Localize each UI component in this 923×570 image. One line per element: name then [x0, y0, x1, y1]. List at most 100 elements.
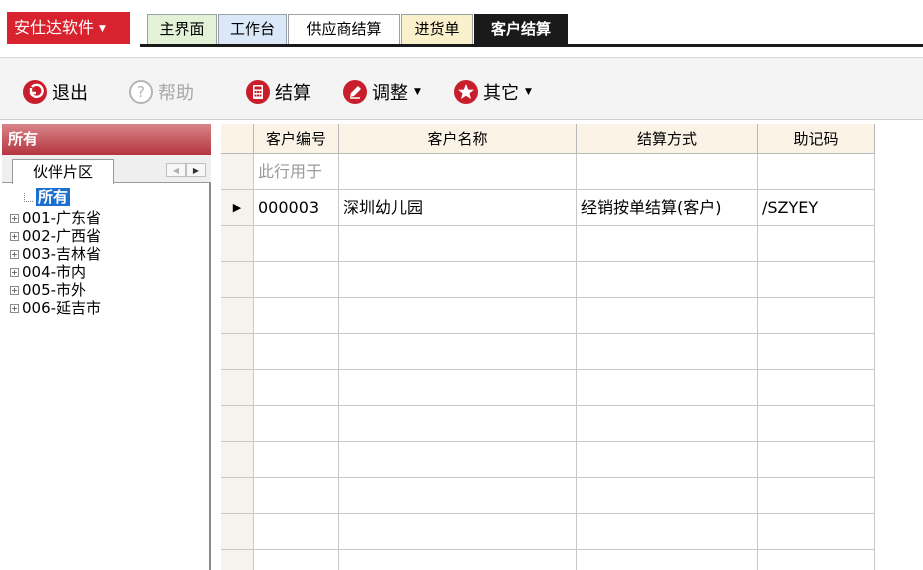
- empty-cell[interactable]: [577, 514, 758, 550]
- empty-cell[interactable]: [758, 298, 875, 334]
- chevron-right-icon[interactable]: ▶: [186, 163, 206, 177]
- cell-customer-name[interactable]: 深圳幼儿园: [339, 190, 577, 226]
- empty-cell[interactable]: [254, 514, 339, 550]
- empty-cell[interactable]: [254, 262, 339, 298]
- empty-cell[interactable]: [254, 226, 339, 262]
- empty-cell[interactable]: [758, 478, 875, 514]
- cell-customer-code[interactable]: 000003: [254, 190, 339, 226]
- empty-cell[interactable]: [577, 442, 758, 478]
- tree-item[interactable]: + 001-广东省: [10, 209, 101, 227]
- empty-cell[interactable]: [254, 406, 339, 442]
- empty-cell[interactable]: [577, 478, 758, 514]
- tab-supplier-settlement[interactable]: 供应商结算: [288, 14, 400, 44]
- empty-cell[interactable]: [577, 226, 758, 262]
- empty-cell[interactable]: [758, 514, 875, 550]
- empty-cell[interactable]: [758, 370, 875, 406]
- empty-cell[interactable]: [339, 262, 577, 298]
- empty-cell[interactable]: [758, 262, 875, 298]
- expand-icon[interactable]: +: [10, 303, 19, 313]
- filter-cell[interactable]: [758, 154, 875, 190]
- tab-customer-settlement[interactable]: 客户结算: [474, 14, 568, 47]
- filter-cell[interactable]: 此行用于: [254, 154, 339, 190]
- empty-row[interactable]: [221, 478, 923, 514]
- expand-icon[interactable]: +: [10, 249, 19, 259]
- empty-cell[interactable]: [254, 298, 339, 334]
- expand-icon[interactable]: +: [10, 285, 19, 295]
- empty-cell[interactable]: [339, 442, 577, 478]
- header-indicator: [221, 124, 254, 154]
- empty-cell[interactable]: [577, 370, 758, 406]
- empty-row[interactable]: [221, 406, 923, 442]
- empty-cell[interactable]: [339, 334, 577, 370]
- empty-row[interactable]: [221, 226, 923, 262]
- empty-row[interactable]: [221, 298, 923, 334]
- row-indicator: [221, 334, 254, 370]
- tab-workbench[interactable]: 工作台: [218, 14, 287, 44]
- tree-item[interactable]: + 004-市内: [10, 263, 86, 281]
- header-customer-code[interactable]: 客户编号: [254, 124, 339, 154]
- empty-cell[interactable]: [577, 406, 758, 442]
- tree-item[interactable]: + 005-市外: [10, 281, 86, 299]
- chevron-left-icon[interactable]: ◀: [166, 163, 186, 177]
- adjust-button[interactable]: 调整 ▼: [342, 78, 421, 106]
- empty-cell[interactable]: [577, 550, 758, 570]
- expand-icon[interactable]: +: [10, 213, 19, 223]
- empty-cell[interactable]: [339, 370, 577, 406]
- empty-cell[interactable]: [577, 262, 758, 298]
- empty-cell[interactable]: [254, 550, 339, 570]
- empty-cell[interactable]: [254, 478, 339, 514]
- row-indicator: [221, 154, 254, 190]
- cell-settlement-method[interactable]: 经销按单结算(客户): [577, 190, 758, 226]
- expand-icon[interactable]: +: [10, 231, 19, 241]
- empty-cell[interactable]: [758, 406, 875, 442]
- row-indicator: [221, 226, 254, 262]
- filter-cell[interactable]: [339, 154, 577, 190]
- chevron-down-icon[interactable]: ▼: [414, 87, 421, 97]
- header-settlement-method[interactable]: 结算方式: [577, 124, 758, 154]
- exit-button[interactable]: 退出: [22, 78, 88, 106]
- tree-item[interactable]: + 006-延吉市: [10, 299, 101, 317]
- settle-label: 结算: [275, 83, 311, 104]
- tab-purchase-order[interactable]: 进货单: [401, 14, 473, 44]
- empty-cell[interactable]: [339, 514, 577, 550]
- tab-partner-region[interactable]: 伙伴片区: [12, 159, 114, 184]
- empty-cell[interactable]: [339, 478, 577, 514]
- empty-cell[interactable]: [758, 334, 875, 370]
- empty-row[interactable]: [221, 262, 923, 298]
- empty-cell[interactable]: [254, 442, 339, 478]
- help-button[interactable]: ? 帮助: [128, 78, 194, 106]
- tree-item[interactable]: + 002-广西省: [10, 227, 101, 245]
- empty-cell[interactable]: [577, 334, 758, 370]
- empty-cell[interactable]: [254, 370, 339, 406]
- app-menu-button[interactable]: 安仕达软件 ▼: [7, 12, 130, 44]
- header-customer-name[interactable]: 客户名称: [339, 124, 577, 154]
- empty-cell[interactable]: [577, 298, 758, 334]
- empty-row[interactable]: [221, 370, 923, 406]
- header-mnemonic[interactable]: 助记码: [758, 124, 875, 154]
- empty-cell[interactable]: [339, 550, 577, 570]
- filter-cell[interactable]: [577, 154, 758, 190]
- empty-row[interactable]: [221, 514, 923, 550]
- empty-cell[interactable]: [758, 550, 875, 570]
- row-indicator: [221, 262, 254, 298]
- tab-main[interactable]: 主界面: [147, 14, 217, 44]
- empty-row[interactable]: [221, 442, 923, 478]
- table-row[interactable]: ▶ 000003 深圳幼儿园 经销按单结算(客户) /SZYEY: [221, 190, 923, 226]
- empty-row[interactable]: [221, 334, 923, 370]
- tree-root[interactable]: 所有: [24, 188, 71, 206]
- other-button[interactable]: 其它 ▼: [453, 78, 532, 106]
- tree-item[interactable]: + 003-吉林省: [10, 245, 101, 263]
- tree-item-label: 006-延吉市: [22, 299, 102, 317]
- empty-row[interactable]: [221, 550, 923, 570]
- empty-cell[interactable]: [254, 334, 339, 370]
- empty-cell[interactable]: [339, 406, 577, 442]
- empty-cell[interactable]: [758, 226, 875, 262]
- cell-mnemonic[interactable]: /SZYEY: [758, 190, 875, 226]
- expand-icon[interactable]: +: [10, 267, 19, 277]
- chevron-down-icon[interactable]: ▼: [525, 87, 532, 97]
- empty-cell[interactable]: [758, 442, 875, 478]
- empty-cell[interactable]: [339, 226, 577, 262]
- empty-cell[interactable]: [339, 298, 577, 334]
- settle-button[interactable]: 结算: [245, 78, 311, 106]
- tree-item-label: 002-广西省: [22, 227, 102, 245]
